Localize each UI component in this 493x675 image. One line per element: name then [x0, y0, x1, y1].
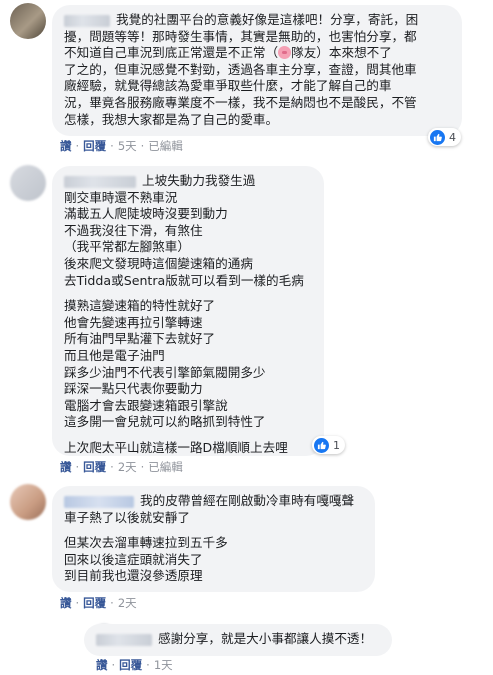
comment-text-line: 到目前我也還沒參透原理 — [64, 568, 203, 584]
timestamp[interactable]: 2天 — [118, 596, 137, 610]
comment-text-line: （我平常都左腳煞車） — [64, 239, 190, 255]
comment-text-line: 他會先變速再拉引擎轉速 — [64, 314, 203, 330]
like-link[interactable]: 讚 — [96, 658, 108, 672]
comment-bubble: 我的皮帶曾經在剛啟動冷車時有嘎嘎聲 車子熱了以後就安靜了 但某次去溜車轉速拉到五… — [52, 486, 375, 592]
author-name-blurred[interactable] — [64, 175, 136, 188]
comment-text-line: 上坡失動力我發生過 — [64, 173, 312, 190]
comment-text-line: 我的皮帶曾經在剛啟動冷車時有嘎嘎聲 — [64, 493, 363, 510]
author-name-blurred[interactable] — [64, 495, 134, 508]
thumbs-up-icon — [430, 129, 445, 145]
author-name-blurred[interactable] — [64, 14, 110, 27]
avatar[interactable] — [10, 3, 46, 39]
comment-text-line: 後來爬文發現時這個變速箱的通病 — [64, 255, 253, 271]
comment-actions: 讚 · 回覆 · 1天 — [96, 658, 173, 672]
comment-text-line: 上次爬太平山就這樣一路D檔順順上去哩 — [64, 439, 288, 455]
reaction-number: 4 — [449, 130, 456, 144]
comment-text-line: 所有油門早點灌下去就好了 — [64, 331, 216, 347]
comment-text-line: 摸熟這變速箱的特性就好了 — [64, 298, 216, 314]
comment-text-line: 去Tidda或Sentra版就可以看到一樣的毛病 — [64, 272, 304, 288]
reply-link[interactable]: 回覆 — [119, 658, 142, 672]
like-link[interactable]: 讚 — [60, 460, 72, 474]
comment-bubble: 上坡失動力我發生過 剛交車時還不熟車況 滿載五人爬陡坡時沒要到動力 不過我沒往下… — [52, 166, 324, 456]
timestamp[interactable]: 5天 — [118, 139, 137, 153]
comment-text-line: 而且他是電子油門 — [64, 347, 165, 363]
comment-text-line: 電腦才會去跟變速箱跟引擎說 — [64, 397, 228, 413]
avatar[interactable] — [10, 165, 46, 201]
timestamp[interactable]: 1天 — [154, 658, 173, 672]
reaction-number: 1 — [333, 438, 340, 452]
comment-text-line: 踩多少油門不代表引擎節氣閥開多少 — [64, 364, 266, 380]
comment-actions: 讚 · 回覆 · 2天 · 已編輯 — [60, 460, 183, 474]
comment-bubble: 我覺的社團平台的意義好像是這樣吧！分享，寄託，困 擾，問題等等！那時發生事情，其… — [52, 5, 462, 136]
comment-actions: 讚 · 回覆 · 2天 — [60, 596, 137, 610]
author-name-blurred[interactable] — [96, 633, 152, 646]
edited-label[interactable]: 已編輯 — [148, 139, 183, 153]
reply-link[interactable]: 回覆 — [83, 596, 106, 610]
emoji-label: 隊友 — [291, 45, 317, 61]
comment-text-line: 擾，問題等等！那時發生事情，其實是無助的，也害怕分享，都 — [64, 28, 417, 44]
comment-text-line: 不知道自己車況到底正常還是不正常（ 隊友）本來想不了 — [64, 45, 392, 61]
comment-text-line: 剛交車時還不熟車況 — [64, 189, 178, 205]
comment-bubble: 感謝分享，就是大小事都讓人摸不透！ — [84, 624, 392, 656]
comment-text-line: 了之的，但車況感覺不對勁，透過各車主分享，查證，問其他車 — [64, 61, 417, 77]
comment-text-line: 這多開一會兒就可以約略抓到特性了 — [64, 414, 266, 430]
pig-face-emoji — [278, 46, 292, 60]
avatar[interactable] — [10, 484, 46, 520]
edited-label[interactable]: 已編輯 — [148, 460, 183, 474]
comment-text-line: 感謝分享，就是大小事都讓人摸不透！ — [96, 631, 380, 648]
thumbs-up-icon — [314, 437, 329, 453]
reply-link[interactable]: 回覆 — [83, 460, 106, 474]
reaction-count[interactable]: 1 — [312, 436, 345, 454]
comment-text-line: 廠經驗，就覺得總該為愛車爭取些什麼，才能了解自己的車 — [64, 78, 392, 94]
comment-text-line: 回來以後這症頭就消失了 — [64, 551, 203, 567]
comment-text-line: 滿載五人爬陡坡時沒要到動力 — [64, 206, 228, 222]
comment-text-line: 我覺的社團平台的意義好像是這樣吧！分享，寄託，困 — [64, 12, 450, 29]
comment-text-line: 怎樣，我想大家都是為了自己的愛車。 — [64, 111, 279, 127]
like-link[interactable]: 讚 — [60, 139, 72, 153]
comment-text-line: 況，畢竟各服務廠專業度不一樣，我不是納悶也不是酸民，不管 — [64, 94, 417, 110]
like-link[interactable]: 讚 — [60, 596, 72, 610]
reply-link[interactable]: 回覆 — [83, 139, 106, 153]
comment-actions: 讚 · 回覆 · 5天 · 已編輯 — [60, 139, 183, 153]
comment-text-line: 不過我沒往下滑，有煞住 — [64, 222, 203, 238]
reaction-count[interactable]: 4 — [428, 128, 461, 146]
timestamp[interactable]: 2天 — [118, 460, 137, 474]
comment-text-line: 但某次去溜車轉速拉到五千多 — [64, 535, 228, 551]
comment-text-line: 車子熱了以後就安靜了 — [64, 509, 190, 525]
comment-text-line: 踩深一點只代表你要動力 — [64, 381, 203, 397]
